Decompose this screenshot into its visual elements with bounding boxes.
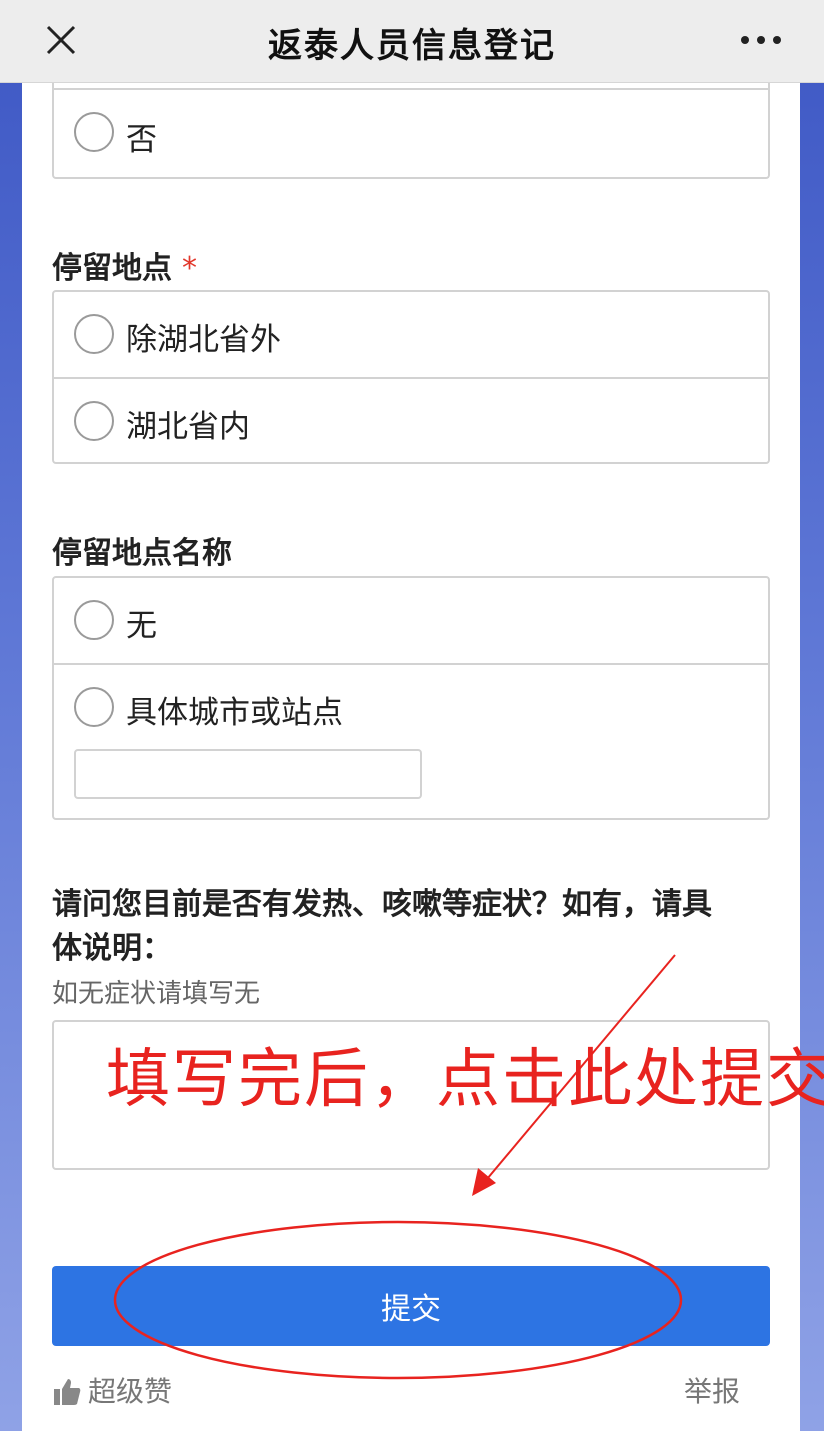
annotation-text: 填写完后，点击此处提交 (106, 1043, 824, 1117)
option-label: 无 (126, 608, 157, 644)
radio-button[interactable] (74, 687, 114, 727)
option-specific-city[interactable]: 具体城市或站点 (54, 663, 768, 818)
radio-button[interactable] (74, 401, 114, 441)
option-label: 除湖北省外 (126, 322, 281, 358)
nav-bar: 返泰人员信息登记 (0, 0, 824, 83)
symptoms-hint: 如无症状请填写无 (52, 979, 261, 1009)
form-card: 否 停留地点 * 除湖北省外 湖北省内 停留地点名称 无 具体城市或站点 请问您目… (22, 81, 800, 1431)
option-label: 否 (126, 122, 157, 158)
question-label-location-name: 停留地点名称 (52, 536, 232, 571)
report-link[interactable]: 举报 (684, 1370, 740, 1410)
radio-button[interactable] (74, 112, 114, 152)
super-like-button[interactable]: 超级赞 (52, 1370, 172, 1410)
option-outside-hubei[interactable]: 除湖北省外 (54, 292, 768, 377)
option-inside-hubei[interactable]: 湖北省内 (54, 377, 768, 462)
required-mark: * (182, 251, 197, 286)
city-input[interactable] (74, 749, 422, 799)
submit-button[interactable]: 提交 (52, 1266, 770, 1346)
radio-button[interactable] (74, 600, 114, 640)
super-like-label: 超级赞 (88, 1375, 173, 1408)
question-label-symptoms: 请问您目前是否有发热、咳嗽等症状？如有，请具 体说明： (52, 883, 712, 971)
option-none[interactable]: 无 (54, 578, 768, 663)
location-name-options: 无 具体城市或站点 (52, 576, 770, 820)
question-text-line1: 请问您目前是否有发热、咳嗽等症状？如有，请具 (52, 887, 712, 922)
page-title: 返泰人员信息登记 (268, 26, 556, 66)
option-label: 湖北省内 (126, 409, 250, 445)
question-text: 停留地点 (52, 251, 172, 286)
option-label: 具体城市或站点 (126, 695, 343, 731)
question-label-location: 停留地点 * (52, 243, 197, 287)
option-no[interactable]: 否 (54, 88, 768, 182)
location-options: 除湖北省外 湖北省内 (52, 290, 770, 464)
question-text-line2: 体说明： (52, 931, 172, 966)
prev-question-options: 否 (52, 81, 770, 179)
more-icon[interactable] (738, 28, 784, 52)
radio-button[interactable] (74, 314, 114, 354)
thumbs-up-icon (54, 1379, 81, 1405)
